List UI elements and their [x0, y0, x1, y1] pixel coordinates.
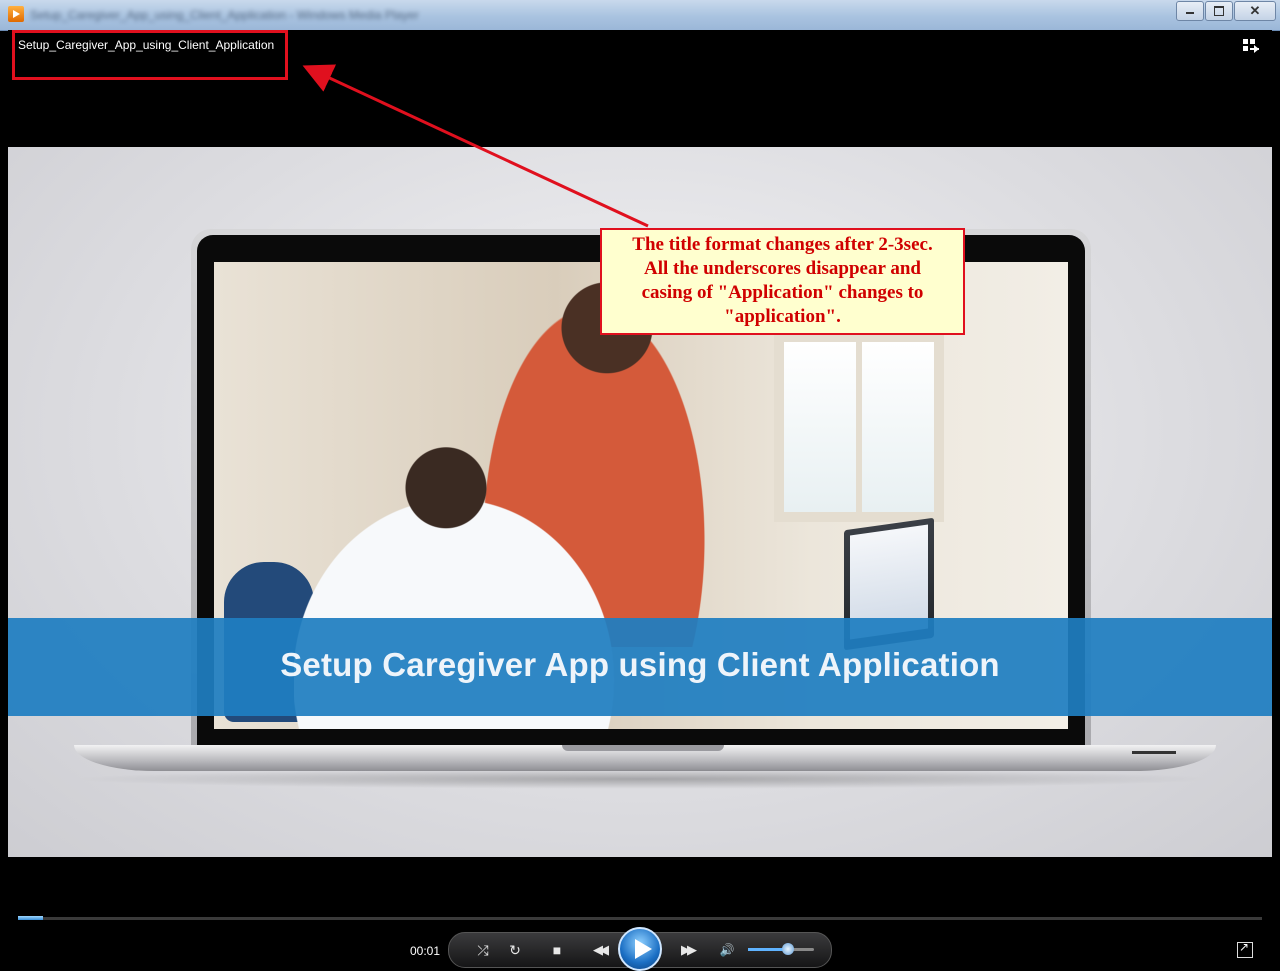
- fullscreen-icon[interactable]: [1237, 940, 1253, 958]
- minimize-icon: [1186, 12, 1194, 14]
- annotation-line: "application".: [724, 306, 841, 327]
- next-icon: ▶▶: [681, 942, 697, 957]
- stop-icon: ■: [552, 942, 562, 958]
- annotation-note: The title format changes after 2-3sec. A…: [600, 228, 965, 335]
- photo-window: [774, 332, 944, 522]
- seek-progress: [18, 916, 43, 920]
- stop-button[interactable]: ■: [545, 940, 569, 960]
- window-titlebar: Setup_Caregiver_App_using_Client_Applica…: [0, 0, 1280, 31]
- repeat-button[interactable]: ↻: [503, 940, 527, 960]
- volume-slider[interactable]: [748, 943, 814, 955]
- repeat-icon: ↻: [509, 942, 521, 958]
- laptop-shadow: [68, 769, 1218, 789]
- annotation-line: All the underscores disappear and: [644, 258, 921, 279]
- volume-knob[interactable]: [781, 943, 794, 955]
- media-player-icon: [8, 6, 24, 22]
- mute-button[interactable]: 🔊: [715, 940, 739, 960]
- laptop-notch: [562, 745, 724, 751]
- title-highlight-box: [12, 30, 288, 80]
- play-button[interactable]: [618, 927, 662, 971]
- window-controls: ✕: [1175, 1, 1276, 21]
- laptop-port: [1132, 751, 1176, 754]
- maximize-button[interactable]: [1205, 1, 1233, 21]
- shuffle-button[interactable]: ⤮: [471, 940, 495, 960]
- elapsed-time: 00:01: [410, 944, 441, 958]
- video-title-banner: Setup Caregiver App using Client Applica…: [8, 618, 1272, 716]
- annotation-line: casing of "Application" changes to: [641, 282, 924, 303]
- previous-button[interactable]: ◀◀: [579, 940, 619, 960]
- window-title: Setup_Caregiver_App_using_Client_Applica…: [30, 8, 419, 22]
- shuffle-icon: ⤮: [477, 942, 489, 958]
- video-banner-text: Setup Caregiver App using Client Applica…: [280, 646, 1000, 683]
- close-button[interactable]: ✕: [1234, 1, 1276, 21]
- maximize-icon: [1214, 6, 1224, 16]
- volume-icon: 🔊: [719, 943, 735, 957]
- seek-bar[interactable]: [18, 916, 1262, 920]
- switch-to-library-icon[interactable]: [1242, 38, 1260, 54]
- next-button[interactable]: ▶▶: [667, 940, 707, 960]
- laptop-base: [74, 745, 1216, 771]
- annotation-line: The title format changes after 2-3sec.: [632, 234, 933, 255]
- minimize-button[interactable]: [1176, 1, 1204, 21]
- player-area: Setup_Caregiver_App_using_Client_Applica…: [8, 30, 1272, 971]
- close-icon: ✕: [1249, 3, 1261, 18]
- previous-icon: ◀◀: [593, 942, 609, 957]
